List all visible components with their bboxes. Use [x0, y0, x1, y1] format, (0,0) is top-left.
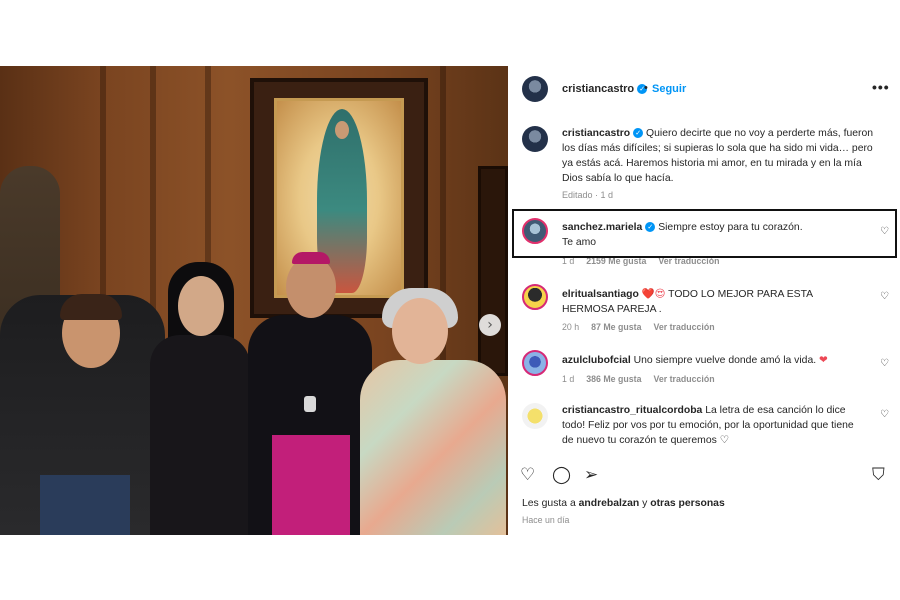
liked-by-user[interactable]: andrebalzan	[579, 498, 640, 509]
translate-link[interactable]: Ver traducción	[653, 374, 714, 384]
emoji: ❤️😍	[641, 288, 666, 300]
comment-user[interactable]: azulclubofcial	[562, 355, 631, 366]
paper-plane-icon[interactable]: ➢	[584, 466, 598, 484]
person-2-head	[178, 276, 224, 336]
comment-time: 20 h	[562, 322, 580, 332]
verified-badge-icon: ✓	[633, 128, 644, 139]
follow-button[interactable]: Seguir	[652, 83, 686, 95]
separator-dot: •	[644, 82, 648, 94]
comment-time: 1 d	[562, 374, 575, 384]
person-2-body	[150, 335, 250, 535]
heart-outline-icon[interactable]: ♡	[520, 466, 535, 484]
post-photo[interactable]: ›	[0, 66, 508, 535]
red-heart-icon: ❤	[819, 354, 828, 366]
comment-avatar[interactable]	[522, 403, 548, 429]
heart-outline-icon[interactable]: ♡	[880, 359, 890, 369]
comment-text: azulclubofcial Uno siempre vuelve donde …	[562, 353, 862, 368]
comment-likes[interactable]: 87 Me gusta	[591, 322, 641, 332]
action-bar: ♡ ◯ ➢ ⛉	[508, 466, 900, 488]
comment-text: cristiancastro_ritualcordoba La letra de…	[562, 403, 862, 448]
heart-outline-icon[interactable]: ♡	[880, 410, 890, 420]
author-avatar[interactable]	[522, 76, 548, 102]
highlight-box	[512, 209, 897, 258]
liked-by-prefix: Les gusta a	[522, 498, 576, 509]
post-side-panel: cristiancastro ✓ • Seguir ••• cristiancas…	[508, 66, 900, 535]
side-frame	[478, 166, 508, 376]
caption-user[interactable]: cristiancastro	[562, 128, 630, 139]
liked-by-connector: y	[642, 498, 648, 509]
more-options-icon[interactable]: •••	[872, 79, 890, 95]
virgin-painting-frame	[250, 78, 428, 318]
caption-avatar[interactable]	[522, 126, 548, 152]
comment-avatar[interactable]	[522, 284, 548, 310]
person-3-cap	[292, 252, 330, 264]
pectoral-cross	[304, 396, 316, 412]
person-4-head	[392, 298, 448, 364]
post-author-name[interactable]: cristiancastro	[562, 83, 634, 95]
post-author[interactable]: cristiancastro ✓	[562, 83, 648, 95]
person-3-head	[286, 256, 336, 318]
post-time: Hace un día	[522, 515, 570, 525]
instagram-post: › cristiancastro ✓ • Seguir ••• cristianc…	[0, 66, 900, 535]
bookmark-icon[interactable]: ⛉	[872, 466, 885, 484]
comment-bubble-icon[interactable]: ◯	[552, 466, 571, 484]
comment-meta: 20 h 87 Me gusta Ver traducción	[562, 322, 727, 332]
caption: cristiancastro ✓ Quiero decirte que no vo…	[562, 126, 884, 186]
liked-by-others[interactable]: otras personas	[650, 498, 725, 509]
heart-outline-icon[interactable]: ♡	[880, 292, 890, 302]
person-3-sash	[272, 435, 350, 535]
chevron-right-icon[interactable]: ›	[479, 314, 501, 336]
comment-avatar[interactable]	[522, 350, 548, 376]
virgin-face	[335, 121, 349, 139]
comment-body: Uno siempre vuelve donde amó la vida.	[633, 355, 817, 366]
comment-text: elritualsantiago ❤️😍 TODO LO MEJOR PARA …	[562, 287, 862, 317]
comment-user[interactable]: elritualsantiago	[562, 289, 639, 300]
person-1-hair	[60, 294, 122, 320]
person-4-body	[360, 360, 506, 535]
liked-by-line: Les gusta a andrebalzan y otras personas	[522, 498, 725, 509]
caption-meta: Editado · 1 d	[562, 190, 614, 200]
translate-link[interactable]: Ver traducción	[653, 322, 714, 332]
comment-user[interactable]: cristiancastro_ritualcordoba	[562, 405, 702, 416]
comment-likes[interactable]: 386 Me gusta	[586, 374, 641, 384]
person-1-jeans	[40, 475, 130, 535]
comment-meta: 1 d 386 Me gusta Ver traducción	[562, 374, 727, 384]
